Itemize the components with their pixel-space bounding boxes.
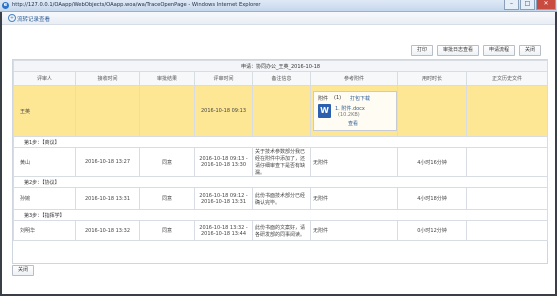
apply-flow-button[interactable]: 申请流程: [482, 45, 515, 56]
step-label: 第2步：【协议】: [12, 176, 549, 188]
step-label: 第3步：【指挥学】: [12, 209, 549, 221]
remark: 此份书面的文案好，请各研发部的同事阅读。: [252, 220, 311, 241]
received-time: 2016-10-18 13:31: [75, 187, 140, 210]
table-row: 黄山 2016-10-18 13:27 同意 2016-10-18 09:13 …: [13, 147, 549, 177]
history-file: [465, 147, 549, 177]
toolbar: 打印 审批日志查看 申请流程 关闭: [410, 45, 541, 56]
attachment-file-link[interactable]: 1. 附件.docx: [335, 105, 365, 112]
history-file: [465, 220, 549, 241]
review-time: 2016-10-18 09:13: [194, 85, 253, 137]
table-caption-row: 申请：协同办公_王英_2016-10-18: [12, 60, 549, 72]
review-time: 2016-10-18 09:13 - 2016-10-18 13:30: [194, 147, 253, 177]
window-titlebar: e http://127.0.0.1/OAapp/WebObjects/OAap…: [0, 0, 557, 12]
trace-table: 申请：协同办公_王英_2016-10-18 评审人 接收时间 审批结果 评审时间…: [12, 60, 549, 241]
window-title: http://127.0.0.1/OAapp/WebObjects/OAapp.…: [12, 2, 261, 8]
reviewer-name: 黄山: [13, 147, 76, 177]
approval-result: 同意: [139, 220, 195, 241]
column-header: 正文历史文件: [465, 71, 549, 86]
column-header: 审批结果: [139, 71, 195, 86]
column-header: 评审人: [13, 71, 76, 86]
minimize-button[interactable]: –: [504, 0, 519, 10]
print-button[interactable]: 打印: [410, 45, 433, 56]
column-header: 接收时间: [75, 71, 140, 86]
column-header: 用时时长: [397, 71, 467, 86]
duration: 0小时12分钟: [397, 220, 467, 241]
attachment-label: 附件: [318, 96, 329, 102]
plus-circle-icon: +: [8, 14, 16, 22]
remark: 此份书面技术部分已经确认完毕。: [252, 187, 311, 210]
reviewer-name: 孙婉: [13, 187, 76, 210]
close-window-button[interactable]: ✕: [536, 0, 556, 10]
remark: 关于技术参数部分我已经在附件中添加了，还请仔细审查下是否有缺漏。: [252, 147, 311, 177]
attachment-box: 附件 (1) 打包下载 W 1. 附件.docx (10.2KB) 查看: [313, 91, 397, 131]
section-header: + 流转记录查看: [2, 12, 555, 25]
reviewer-name: 刘明华: [13, 220, 76, 241]
reviewer-name: 王英: [13, 85, 76, 137]
approval-result: 同意: [139, 187, 195, 210]
footer-close-button[interactable]: 关闭: [12, 265, 35, 276]
audit-log-button[interactable]: 审批日志查看: [436, 45, 479, 56]
word-document-icon: W: [318, 104, 331, 118]
attachment-file-size: (10.2KB): [338, 112, 360, 118]
attachment-text: 无附件: [310, 187, 398, 210]
step-label-row: 第1步：【商议】: [12, 136, 549, 148]
attachment-cell: 附件 (1) 打包下载 W 1. 附件.docx (10.2KB) 查看: [310, 85, 398, 137]
duration: 4小时18分钟: [397, 187, 467, 210]
review-time: 2016-10-18 09:12 - 2016-10-18 13:31: [194, 187, 253, 210]
attachment-text: 无附件: [310, 220, 398, 241]
trace-table-panel: 申请：协同办公_王英_2016-10-18 评审人 接收时间 审批结果 评审时间…: [12, 59, 549, 264]
table-header-row: 评审人 接收时间 审批结果 评审时间 备注信息 参考附件 用时时长 正文历史文件: [13, 71, 549, 86]
duration: 4小时16分钟: [397, 147, 467, 177]
column-header: 参考附件: [310, 71, 398, 86]
attachment-text: 无附件: [310, 147, 398, 177]
browser-icon: e: [2, 2, 9, 9]
window-controls: – □ ✕: [503, 0, 556, 10]
table-row: 刘明华 2016-10-18 13:32 同意 2016-10-18 13:32…: [13, 220, 549, 241]
table-row: 孙婉 2016-10-18 13:31 同意 2016-10-18 09:12 …: [13, 187, 549, 210]
step-label-row: 第3步：【指挥学】: [12, 209, 549, 221]
current-reviewer-row: 王英 2016-10-18 09:13 附件 (1) 打包下载 W 1. 附件.…: [13, 85, 549, 137]
step-label: 第1步：【商议】: [12, 136, 549, 148]
close-button[interactable]: 关闭: [518, 45, 541, 56]
history-file: [465, 187, 549, 210]
step-label-row: 第2步：【协议】: [12, 176, 549, 188]
view-attachment-link[interactable]: 查看: [348, 120, 358, 127]
review-time: 2016-10-18 13:32 - 2016-10-18 13:44: [194, 220, 253, 241]
column-header: 评审时间: [194, 71, 253, 86]
download-all-link[interactable]: 打包下载: [350, 95, 370, 102]
column-header: 备注信息: [252, 71, 311, 86]
received-time: 2016-10-18 13:32: [75, 220, 140, 241]
maximize-button[interactable]: □: [520, 0, 535, 10]
approval-result: 同意: [139, 147, 195, 177]
table-caption: 申请：协同办公_王英_2016-10-18: [12, 60, 549, 72]
section-title: 流转记录查看: [17, 17, 51, 23]
attachment-count: (1): [334, 95, 342, 101]
received-time: 2016-10-18 13:27: [75, 147, 140, 177]
page-content: + 流转记录查看 打印 审批日志查看 申请流程 关闭 申请：协同办公_王英_20…: [2, 12, 555, 294]
